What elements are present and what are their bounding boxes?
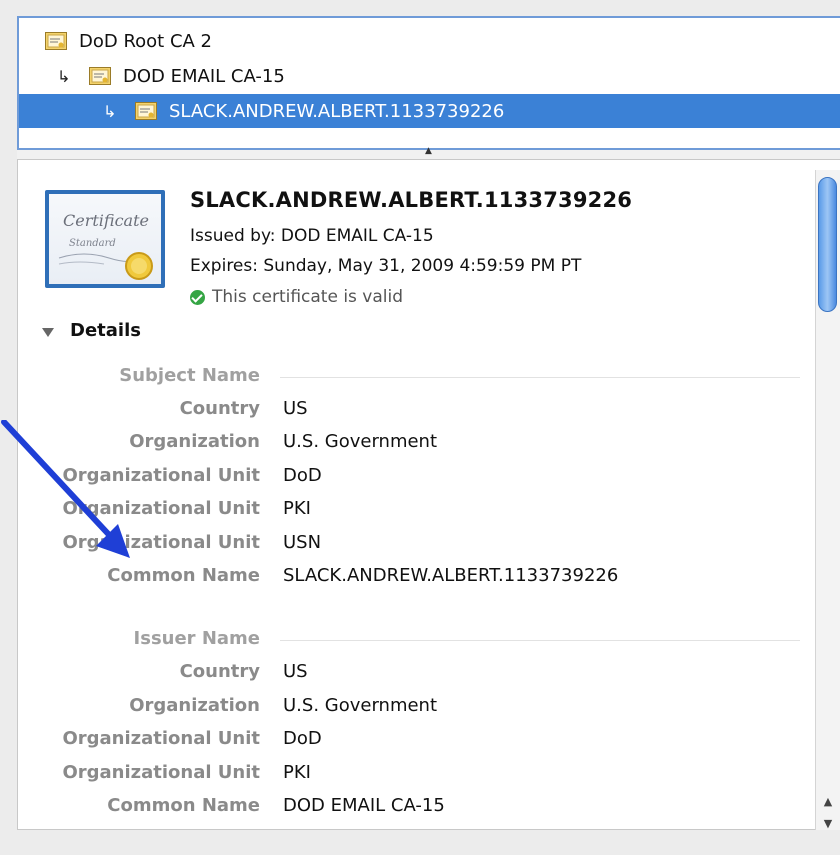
certificate-badge-icon: Certificate Standard: [45, 190, 165, 288]
scrollbar-thumb[interactable]: [818, 177, 837, 312]
details-disclosure[interactable]: Details: [42, 320, 141, 341]
badge-standard-text: Standard: [69, 238, 116, 249]
field-label: Country: [179, 661, 260, 682]
chain-item-root[interactable]: DoD Root CA 2: [19, 24, 840, 58]
certificate-icon: [89, 67, 111, 85]
chain-item-label: SLACK.ANDREW.ALBERT.1133739226: [169, 100, 505, 122]
field-value: U.S. Government: [283, 431, 438, 452]
disclosure-triangle-icon[interactable]: [42, 328, 54, 337]
certificate-status: This certificate is valid: [190, 287, 403, 307]
field-label: Common Name: [107, 795, 260, 816]
details-label: Details: [70, 320, 141, 341]
certificate-icon: [135, 102, 157, 120]
certificate-valid-text: This certificate is valid: [212, 287, 404, 307]
chain-item-label: DoD Root CA 2: [79, 30, 213, 52]
chain-item-intermediate[interactable]: ↳ DOD EMAIL CA-15: [19, 59, 840, 93]
divider: [280, 377, 800, 378]
child-arrow-icon: ↳: [103, 101, 117, 121]
divider: [280, 640, 800, 641]
certificate-icon: [45, 32, 67, 50]
certificate-name: SLACK.ANDREW.ALBERT.1133739226: [190, 188, 633, 212]
field-label: Organizational Unit: [62, 728, 260, 749]
scroll-up-arrow-icon[interactable]: ▲: [818, 792, 838, 812]
field-value: SLACK.ANDREW.ALBERT.1133739226: [283, 565, 619, 586]
field-label: Organizational Unit: [62, 762, 260, 783]
field-value: PKI: [283, 762, 311, 783]
checkmark-icon: [190, 289, 205, 305]
field-value: U.S. Government: [283, 695, 438, 716]
certificate-issued-by: Issued by: DOD EMAIL CA-15: [190, 226, 434, 246]
field-value: DoD: [283, 465, 322, 486]
certificate-chain-list[interactable]: DoD Root CA 2 ↳ DOD EMAIL CA-15 ↳ SLACK.…: [17, 16, 840, 150]
certificate-expires: Expires: Sunday, May 31, 2009 4:59:59 PM…: [190, 256, 582, 276]
splitter-handle-icon[interactable]: ▲: [425, 146, 432, 156]
chain-item-label: DOD EMAIL CA-15: [123, 65, 285, 87]
field-label: Country: [179, 398, 260, 419]
scroll-down-arrow-icon[interactable]: ▼: [818, 814, 838, 834]
field-label: Organization: [129, 695, 260, 716]
badge-certificate-text: Certificate: [63, 211, 149, 230]
annotation-arrow: [1, 420, 130, 558]
chain-item-leaf[interactable]: ↳ SLACK.ANDREW.ALBERT.1133739226: [19, 94, 840, 128]
issuer-name-header: Issuer Name: [133, 628, 260, 649]
subject-name-header: Subject Name: [119, 365, 260, 386]
child-arrow-icon: ↳: [57, 66, 71, 86]
field-value: US: [283, 398, 308, 419]
field-value: DoD: [283, 728, 322, 749]
field-value: PKI: [283, 498, 311, 519]
field-value: DOD EMAIL CA-15: [283, 795, 445, 816]
field-value: USN: [283, 532, 322, 553]
field-value: US: [283, 661, 308, 682]
